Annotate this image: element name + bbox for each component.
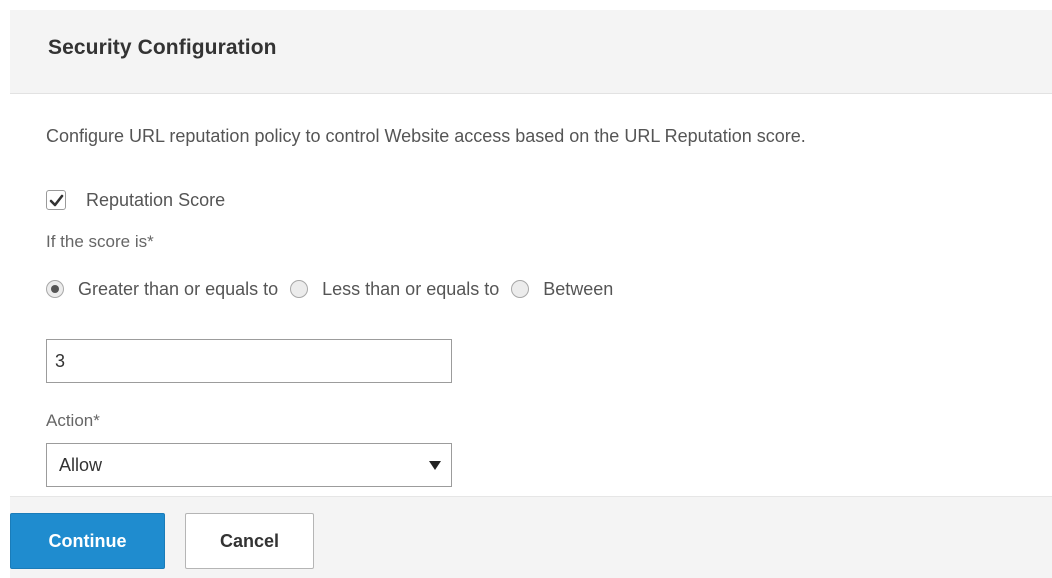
panel-header: Security Configuration bbox=[10, 10, 1052, 94]
action-selected-value: Allow bbox=[59, 455, 103, 475]
continue-button[interactable]: Continue bbox=[10, 513, 165, 569]
reputation-score-checkbox[interactable] bbox=[46, 190, 66, 210]
radio-label: Less than or equals to bbox=[322, 278, 500, 299]
radio-between[interactable]: Between bbox=[511, 279, 613, 300]
score-input[interactable] bbox=[46, 339, 452, 383]
reputation-score-row: Reputation Score bbox=[46, 188, 225, 212]
panel-description: Configure URL reputation policy to contr… bbox=[46, 126, 806, 146]
action-label: Action* bbox=[46, 411, 100, 430]
score-condition-radio-group: Greater than or equals to Less than or e… bbox=[46, 276, 625, 302]
security-configuration-panel: Security Configuration Configure URL rep… bbox=[10, 10, 1052, 578]
radio-label: Greater than or equals to bbox=[78, 278, 279, 299]
radio-greater-than-or-equals[interactable]: Greater than or equals to bbox=[46, 279, 278, 300]
panel-footer: Continue Cancel bbox=[10, 496, 1052, 578]
checkmark-icon bbox=[49, 194, 64, 207]
action-select[interactable]: Allow bbox=[46, 443, 452, 487]
cancel-button[interactable]: Cancel bbox=[185, 513, 314, 569]
radio-label: Between bbox=[543, 278, 614, 299]
panel-title: Security Configuration bbox=[48, 36, 277, 59]
radio-button-selected[interactable] bbox=[46, 280, 64, 298]
score-condition-label: If the score is* bbox=[46, 232, 154, 251]
radio-button[interactable] bbox=[290, 280, 309, 298]
radio-button[interactable] bbox=[511, 280, 530, 298]
radio-less-than-or-equals[interactable]: Less than or equals to bbox=[290, 279, 499, 300]
caret-down-icon bbox=[429, 461, 441, 470]
reputation-score-label: Reputation Score bbox=[86, 189, 226, 210]
